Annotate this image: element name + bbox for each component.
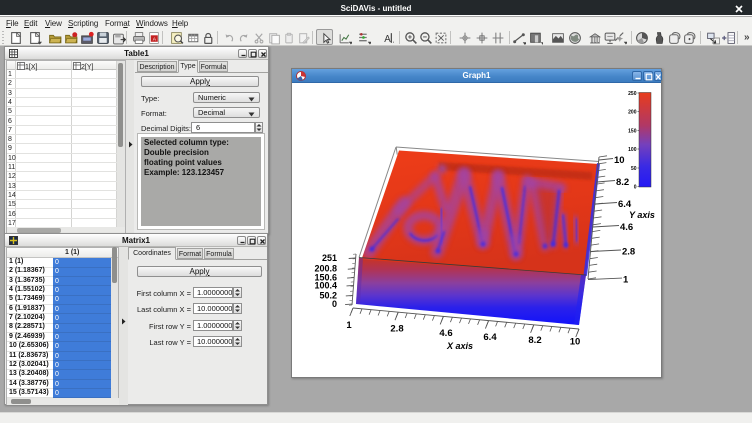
svg-text:2.8: 2.8: [390, 324, 403, 335]
svg-text:6.4: 6.4: [618, 199, 632, 210]
svg-text:2.8: 2.8: [622, 247, 635, 258]
svg-text:X axis: X axis: [446, 341, 473, 351]
svg-text:100: 100: [628, 147, 637, 153]
svg-text:200: 200: [628, 110, 637, 116]
svg-text:6.4: 6.4: [483, 332, 497, 343]
svg-text:1: 1: [623, 275, 629, 286]
svg-text:10: 10: [614, 155, 625, 166]
svg-text:150: 150: [628, 129, 637, 135]
svg-text:1: 1: [346, 320, 352, 331]
svg-text:251: 251: [322, 253, 337, 263]
svg-text:8.2: 8.2: [616, 177, 629, 188]
svg-text:A: A: [384, 34, 391, 45]
svg-text:50: 50: [631, 166, 637, 172]
svg-text:250: 250: [628, 91, 637, 97]
svg-text:8.2: 8.2: [528, 335, 541, 346]
svg-text:100.4: 100.4: [314, 280, 337, 290]
svg-text:4.6: 4.6: [439, 328, 452, 339]
svg-text:0: 0: [332, 299, 337, 309]
svg-text:0: 0: [634, 185, 637, 191]
svg-text:10: 10: [570, 337, 581, 348]
svg-text:Y axis: Y axis: [629, 210, 655, 220]
svg-text:4.6: 4.6: [620, 222, 633, 233]
